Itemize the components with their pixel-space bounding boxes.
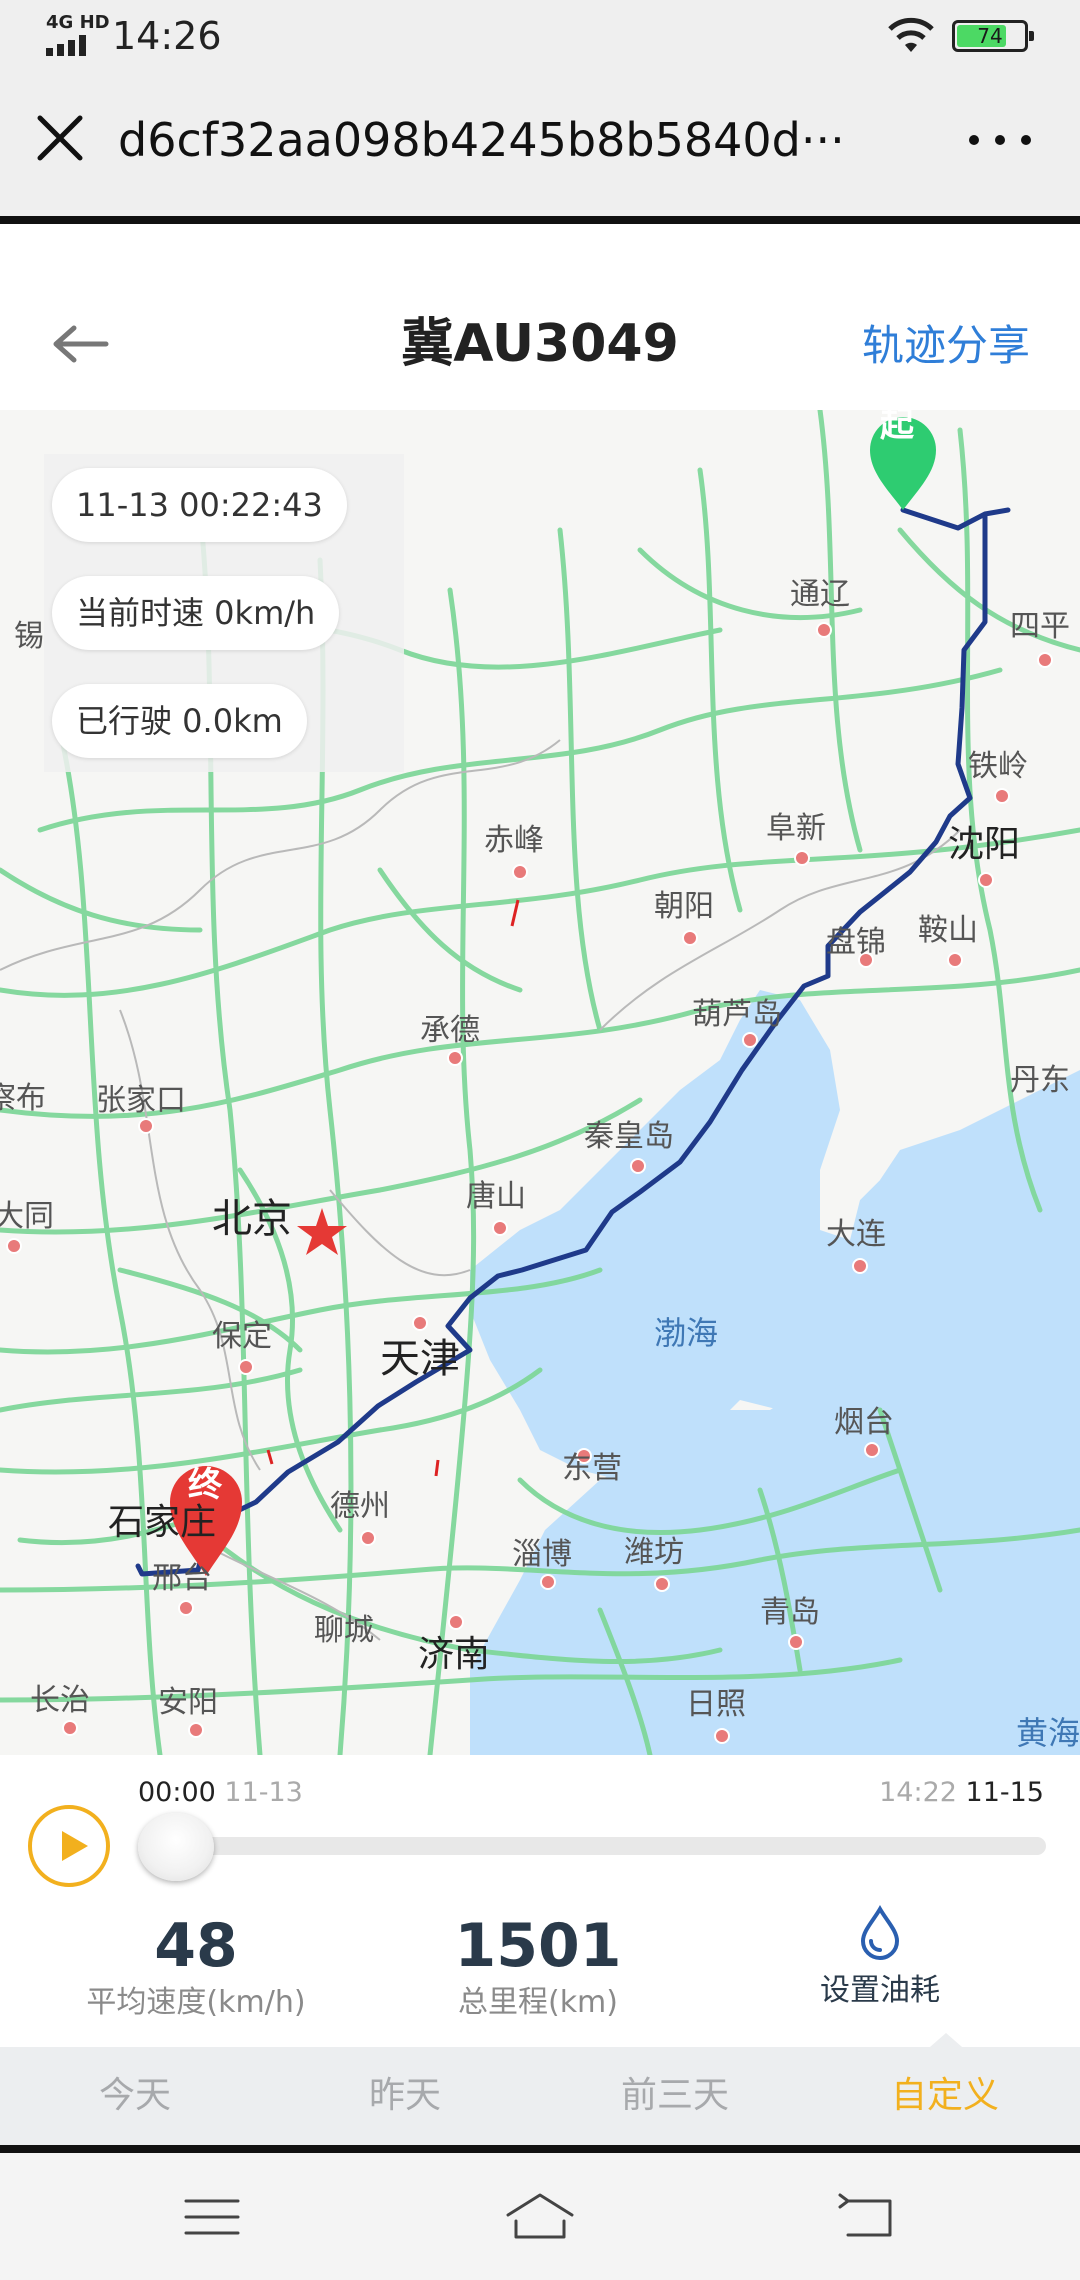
browser-toolbar: d6cf32aa098b4245b8b5840d··· (0, 72, 1080, 220)
tab-custom[interactable]: 自定义 (810, 2047, 1080, 2145)
status-time: 14:26 (112, 14, 222, 58)
route-map[interactable]: 起 终 通辽 四平 铁岭 沈阳 阜新 赤峰 朝阳 盘锦 鞍山 葫芦岛 承德 张家… (0, 410, 1080, 1755)
timestamp-pill: 11-13 00:22:43 (52, 468, 347, 542)
place-label: 北京 (212, 1196, 292, 1242)
place-label: 日照 (686, 1687, 746, 1722)
place-label: 潍坊 (624, 1535, 684, 1570)
more-options-icon[interactable] (960, 112, 1040, 168)
battery-percent: 74 (977, 24, 1003, 48)
place-label: 邢台 (152, 1561, 212, 1596)
place-label: 烟台 (834, 1405, 894, 1440)
place-label: 察布 (0, 1081, 46, 1116)
place-label: 盘锦 (826, 925, 886, 960)
place-label: 承德 (420, 1013, 480, 1048)
menu-icon[interactable] (172, 2187, 252, 2247)
playback-slider-thumb[interactable] (138, 1813, 214, 1881)
start-marker-label: 起 (880, 410, 914, 445)
playback-panel: 00:00 11-13 14:22 11-15 48 平均速度(km/h) 15… (0, 1755, 1080, 2047)
place-label: 唐山 (466, 1179, 526, 1214)
set-fuel-consumption-button[interactable]: 设置油耗 (780, 1905, 980, 2011)
signal-icon (46, 35, 86, 56)
place-label: 青岛 (760, 1595, 820, 1630)
close-icon[interactable] (32, 110, 88, 166)
end-marker-label: 终 (188, 1465, 222, 1505)
tab-yesterday[interactable]: 昨天 (270, 2047, 540, 2145)
place-label: 天津 (380, 1336, 460, 1382)
network-type: 4G HD (46, 12, 110, 33)
distance-traveled-pill: 已行驶 0.0km (52, 684, 307, 758)
place-label: 德州 (330, 1489, 390, 1524)
place-label: 铁岭 (968, 749, 1028, 784)
place-label: 沈阳 (948, 824, 1021, 865)
playback-start: 00:00 11-13 (138, 1777, 303, 1808)
track-share-button[interactable]: 轨迹分享 (862, 318, 1030, 374)
playback-slider-track[interactable] (140, 1837, 1046, 1855)
place-label: 秦皇岛 (584, 1119, 674, 1154)
place-label: 通辽 (790, 577, 850, 612)
fuel-drop-icon (860, 1905, 900, 1960)
tab-today[interactable]: 今天 (0, 2047, 270, 2145)
place-label: 葫芦岛 (692, 997, 782, 1032)
place-label: 安阳 (158, 1685, 218, 1720)
average-speed-stat: 48 平均速度(km/h) (86, 1911, 306, 2020)
place-label: 石家庄 (108, 1502, 217, 1543)
home-icon[interactable] (500, 2187, 580, 2247)
play-icon[interactable] (28, 1805, 110, 1887)
divider (0, 216, 1080, 224)
page-url: d6cf32aa098b4245b8b5840d··· (118, 113, 845, 167)
place-label: 长治 (30, 1683, 90, 1718)
place-label: 朝阳 (654, 889, 714, 924)
place-label: 张家口 (96, 1083, 186, 1118)
place-label: 四平 (1010, 609, 1070, 644)
place-label: 淄博 (512, 1537, 572, 1572)
place-label: 聊城 (314, 1613, 374, 1648)
active-tab-pointer (930, 2033, 962, 2047)
place-label: 阜新 (766, 811, 826, 846)
current-speed-pill: 当前时速 0km/h (52, 576, 340, 650)
sea-label: 黄海 (1016, 1714, 1080, 1752)
place-label: 保定 (212, 1319, 272, 1354)
place-label: 大连 (826, 1217, 886, 1252)
date-range-tabs: 今天 昨天 前三天 自定义 (0, 2033, 1080, 2145)
back-icon[interactable] (828, 2187, 908, 2247)
place-label: 济南 (418, 1634, 491, 1675)
place-label: 大同 (0, 1199, 54, 1234)
sea-label: 渤海 (654, 1314, 719, 1352)
playback-end: 14:22 11-15 (879, 1777, 1044, 1808)
place-label: 锡 (14, 619, 44, 654)
app-header: 冀AU3049 轨迹分享 (0, 224, 1080, 410)
status-bar: 4G HD 14:26 74 (0, 0, 1080, 72)
total-distance-stat: 1501 总里程(km) (454, 1911, 622, 2020)
trip-info-panel: 11-13 00:22:43 当前时速 0km/h 已行驶 0.0km (44, 454, 404, 772)
wifi-icon (888, 17, 934, 52)
place-label: 东营 (562, 1451, 622, 1486)
system-navigation-bar (0, 2153, 1080, 2280)
tab-last-three-days[interactable]: 前三天 (540, 2047, 810, 2145)
divider (0, 2145, 1080, 2153)
place-label: 鞍山 (918, 913, 978, 948)
place-label: 丹东 (1010, 1063, 1070, 1098)
place-label: 赤峰 (484, 823, 544, 858)
battery-icon: 74 (952, 20, 1034, 52)
